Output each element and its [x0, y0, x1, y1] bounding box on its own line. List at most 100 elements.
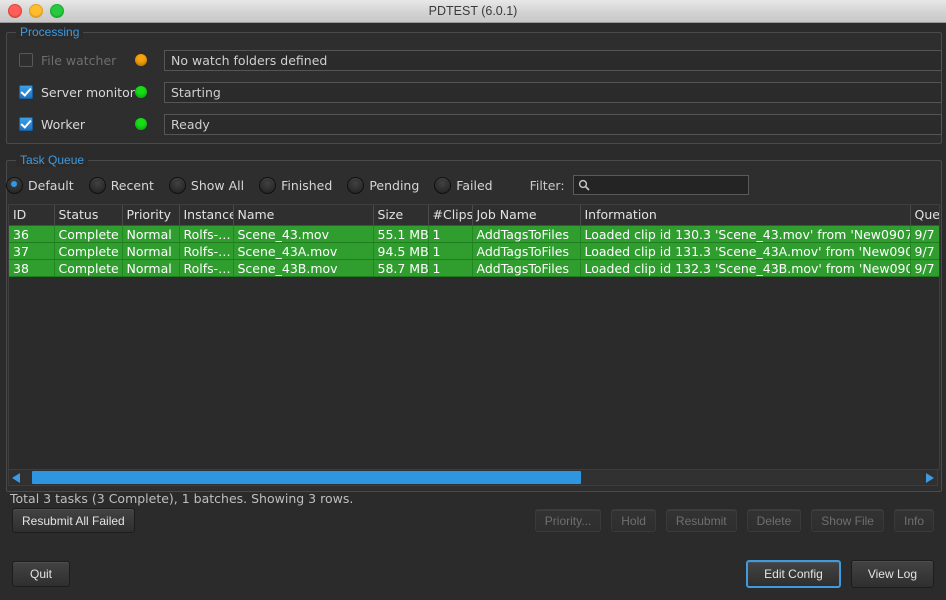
- radio-recent[interactable]: Recent: [89, 177, 164, 194]
- cell-status: Complete: [54, 226, 122, 243]
- cell-name: Scene_43.mov: [233, 226, 373, 243]
- edit-config-button[interactable]: Edit Config: [746, 560, 841, 588]
- processing-row-file-watcher: File watcher No watch folders defined: [7, 48, 942, 72]
- cell-job_name: AddTagsToFiles: [472, 243, 580, 260]
- cell-information: Loaded clip id 130.3 'Scene_43.mov' from…: [580, 226, 910, 243]
- radio-show-all-label: Show All: [191, 178, 244, 193]
- radio-default-label: Default: [28, 178, 74, 193]
- radio-finished-dot-icon: [259, 177, 276, 194]
- cell-clips: 1: [428, 226, 472, 243]
- cell-status: Complete: [54, 260, 122, 277]
- worker-label: Worker: [41, 117, 85, 132]
- window-controls: [8, 0, 64, 22]
- radio-failed[interactable]: Failed: [434, 177, 502, 194]
- radio-pending-label: Pending: [369, 178, 419, 193]
- scroll-right-arrow-icon[interactable]: [923, 470, 937, 485]
- cell-information: Loaded clip id 132.3 'Scene_43B.mov' fro…: [580, 260, 910, 277]
- column-header-status[interactable]: Status: [54, 205, 122, 226]
- filter-label: Filter:: [530, 178, 565, 193]
- cell-size: 94.5 MB: [373, 243, 428, 260]
- server-monitor-status-field: Starting: [164, 82, 942, 103]
- radio-finished-label: Finished: [281, 178, 332, 193]
- server-monitor-checkbox[interactable]: [19, 85, 33, 99]
- priority-button[interactable]: Priority...: [535, 509, 601, 532]
- file-watcher-checkbox[interactable]: [19, 53, 33, 67]
- processing-group: Processing File watcher No watch folders…: [6, 32, 942, 144]
- quit-button[interactable]: Quit: [12, 561, 70, 587]
- radio-show-all[interactable]: Show All: [169, 177, 254, 194]
- server-monitor-label: Server monitor: [41, 85, 135, 100]
- radio-recent-label: Recent: [111, 178, 154, 193]
- radio-pending-dot-icon: [347, 177, 364, 194]
- cell-priority: Normal: [122, 226, 179, 243]
- scroll-left-arrow-icon[interactable]: [9, 470, 23, 485]
- worker-checkbox-wrap[interactable]: Worker: [7, 117, 135, 132]
- view-log-button[interactable]: View Log: [851, 560, 934, 588]
- table-row[interactable]: 36CompleteNormalRolfs-…Scene_43.mov55.1 …: [9, 226, 939, 243]
- server-monitor-checkbox-wrap[interactable]: Server monitor: [7, 85, 135, 100]
- maximize-window-button[interactable]: [50, 4, 64, 18]
- footer-right-buttons: Edit Config View Log: [746, 560, 934, 588]
- worker-status-field: Ready: [164, 114, 942, 135]
- hold-button[interactable]: Hold: [611, 509, 656, 532]
- worker-status-led-icon: [135, 118, 147, 130]
- scrollbar-thumb[interactable]: [32, 471, 581, 484]
- file-watcher-status-field: No watch folders defined: [164, 50, 942, 71]
- radio-default-dot-icon: [6, 177, 23, 194]
- task-queue-filter-row: Default Recent Show All Finished Pending…: [6, 172, 749, 198]
- scrollbar-track[interactable]: [23, 471, 923, 484]
- table-row[interactable]: 38CompleteNormalRolfs-…Scene_43B.mov58.7…: [9, 260, 939, 277]
- table-horizontal-scrollbar[interactable]: [8, 469, 938, 486]
- task-queue-table-container[interactable]: IDStatusPriorityInstanceNameSize#ClipsJo…: [8, 204, 940, 470]
- table-row[interactable]: 37CompleteNormalRolfs-…Scene_43A.mov94.5…: [9, 243, 939, 260]
- table-header-row: IDStatusPriorityInstanceNameSize#ClipsJo…: [9, 205, 939, 226]
- column-header-priority[interactable]: Priority: [122, 205, 179, 226]
- processing-group-title: Processing: [16, 25, 83, 39]
- server-monitor-status-led-icon: [135, 86, 147, 98]
- column-header-instance[interactable]: Instance: [179, 205, 233, 226]
- file-watcher-checkbox-wrap[interactable]: File watcher: [7, 53, 135, 68]
- cell-queued: 9/7: [910, 226, 939, 243]
- cell-instance: Rolfs-…: [179, 243, 233, 260]
- radio-finished[interactable]: Finished: [259, 177, 342, 194]
- search-icon: [578, 179, 590, 191]
- radio-recent-dot-icon: [89, 177, 106, 194]
- processing-row-server-monitor: Server monitor Starting: [7, 80, 942, 104]
- cell-job_name: AddTagsToFiles: [472, 260, 580, 277]
- column-header-clips[interactable]: #Clips: [428, 205, 472, 226]
- column-header-queued[interactable]: Que: [910, 205, 939, 226]
- column-header-job_name[interactable]: Job Name: [472, 205, 580, 226]
- task-action-buttons: Priority... Hold Resubmit Delete Show Fi…: [535, 509, 934, 532]
- minimize-window-button[interactable]: [29, 4, 43, 18]
- worker-checkbox[interactable]: [19, 117, 33, 131]
- title-bar: PDTEST (6.0.1): [0, 0, 946, 23]
- cell-queued: 9/7: [910, 243, 939, 260]
- filter-input-wrap[interactable]: [573, 175, 749, 195]
- window-title: PDTEST (6.0.1): [0, 4, 946, 18]
- cell-id: 38: [9, 260, 54, 277]
- filter-input[interactable]: [594, 177, 748, 193]
- cell-name: Scene_43B.mov: [233, 260, 373, 277]
- column-header-id[interactable]: ID: [9, 205, 54, 226]
- cell-instance: Rolfs-…: [179, 260, 233, 277]
- radio-failed-label: Failed: [456, 178, 492, 193]
- resubmit-button[interactable]: Resubmit: [666, 509, 737, 532]
- cell-job_name: AddTagsToFiles: [472, 226, 580, 243]
- cell-status: Complete: [54, 243, 122, 260]
- delete-button[interactable]: Delete: [747, 509, 802, 532]
- resubmit-all-failed-button[interactable]: Resubmit All Failed: [12, 508, 135, 533]
- radio-pending[interactable]: Pending: [347, 177, 429, 194]
- cell-information: Loaded clip id 131.3 'Scene_43A.mov' fro…: [580, 243, 910, 260]
- cell-clips: 1: [428, 243, 472, 260]
- cell-priority: Normal: [122, 243, 179, 260]
- column-header-size[interactable]: Size: [373, 205, 428, 226]
- column-header-information[interactable]: Information: [580, 205, 910, 226]
- column-header-name[interactable]: Name: [233, 205, 373, 226]
- show-file-button[interactable]: Show File: [811, 509, 884, 532]
- radio-default[interactable]: Default: [6, 177, 84, 194]
- info-button[interactable]: Info: [894, 509, 934, 532]
- task-queue-table: IDStatusPriorityInstanceNameSize#ClipsJo…: [9, 205, 940, 277]
- cell-size: 55.1 MB: [373, 226, 428, 243]
- cell-id: 36: [9, 226, 54, 243]
- close-window-button[interactable]: [8, 4, 22, 18]
